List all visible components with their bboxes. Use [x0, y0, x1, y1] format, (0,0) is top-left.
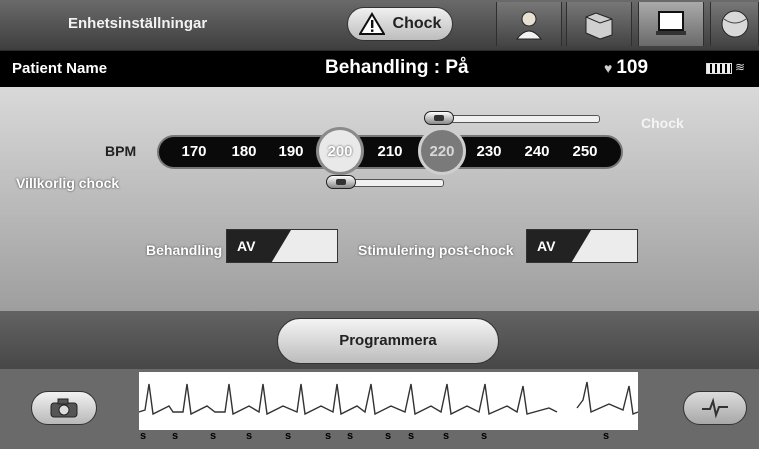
sense-marker: s: [285, 430, 292, 442]
bpm-value: 210: [377, 143, 403, 160]
bpm-value: 240: [524, 143, 550, 160]
conditional-shock-label: Villkorlig chock: [16, 175, 120, 191]
signal-icon: ≋: [735, 60, 746, 74]
shock-zone-label: Chock: [641, 115, 684, 131]
shock-button-label: Chock: [392, 15, 442, 32]
device-settings-label: Enhetsinställningar: [68, 15, 208, 32]
heart-rate-value: 109: [616, 57, 649, 78]
sense-marker: s: [210, 430, 217, 442]
shock-zone-handle[interactable]: [424, 111, 454, 125]
monitor-icon: [656, 11, 686, 35]
therapy-status: Behandling : På: [325, 57, 469, 78]
conditional-zone-track: [350, 179, 444, 187]
heart-rate: ♥ 109: [604, 57, 648, 79]
shock-button[interactable]: Chock: [347, 7, 453, 41]
therapy-toggle-value: AV: [227, 230, 291, 262]
device-screen: Enhetsinställningar Chock Patient Name B…: [0, 0, 759, 449]
tab-globe[interactable]: [710, 2, 759, 46]
ecg-button[interactable]: [683, 391, 747, 425]
battery-icon: [706, 63, 732, 74]
tachy-settings-panel: Chock BPM 170 180 190 200 210 220 230 24…: [0, 87, 759, 311]
snapshot-button[interactable]: [31, 391, 97, 425]
sense-marker: s: [481, 430, 488, 442]
sense-marker: s: [172, 430, 179, 442]
bpm-label: BPM: [105, 143, 137, 159]
shock-marker[interactable]: 220: [418, 127, 466, 175]
tab-monitor[interactable]: [638, 2, 704, 46]
patient-icon: [515, 11, 543, 40]
sense-marker: s: [443, 430, 450, 442]
therapy-label: Behandling: [146, 242, 223, 258]
ecg-icon: [702, 397, 728, 419]
camera-icon: [50, 398, 78, 418]
heart-icon: ♥: [604, 60, 613, 76]
post-shock-pacing-toggle[interactable]: AV: [526, 229, 638, 263]
sense-marker: s: [385, 430, 392, 442]
program-button[interactable]: Programmera: [277, 318, 499, 364]
warning-icon: [358, 12, 385, 35]
device-settings-tab[interactable]: Enhetsinställningar: [8, 4, 258, 44]
bpm-value: 250: [572, 143, 598, 160]
status-bar: Patient Name Behandling : På ♥ 109 ≋: [0, 51, 759, 87]
sense-marker: s: [603, 430, 610, 442]
shock-zone-track: [450, 115, 600, 123]
top-toolbar: Enhetsinställningar Chock: [0, 0, 759, 51]
globe-icon: [721, 10, 748, 38]
conditional-zone-handle[interactable]: [326, 175, 356, 189]
ecg-waveform: [139, 372, 638, 430]
tab-patient[interactable]: [496, 2, 562, 46]
conditional-shock-marker[interactable]: 200: [316, 127, 364, 175]
sense-marker: s: [246, 430, 253, 442]
post-shock-pacing-label: Stimulering post-chock: [358, 242, 514, 258]
tab-folder[interactable]: [566, 2, 632, 46]
bpm-value: 190: [278, 143, 304, 160]
bpm-value: 170: [181, 143, 207, 160]
patient-name: Patient Name: [12, 60, 108, 77]
bpm-value: 180: [231, 143, 257, 160]
therapy-toggle[interactable]: AV: [226, 229, 338, 263]
sense-marker: s: [325, 430, 332, 442]
bpm-value: 230: [476, 143, 502, 160]
post-shock-pacing-value: AV: [527, 230, 591, 262]
sense-marker: s: [347, 430, 354, 442]
sense-marker: s: [408, 430, 415, 442]
folder-icon: [585, 12, 613, 40]
bpm-scale[interactable]: 170 180 190 200 210 220 230 240 250: [157, 127, 623, 175]
sense-marker: s: [140, 430, 147, 442]
